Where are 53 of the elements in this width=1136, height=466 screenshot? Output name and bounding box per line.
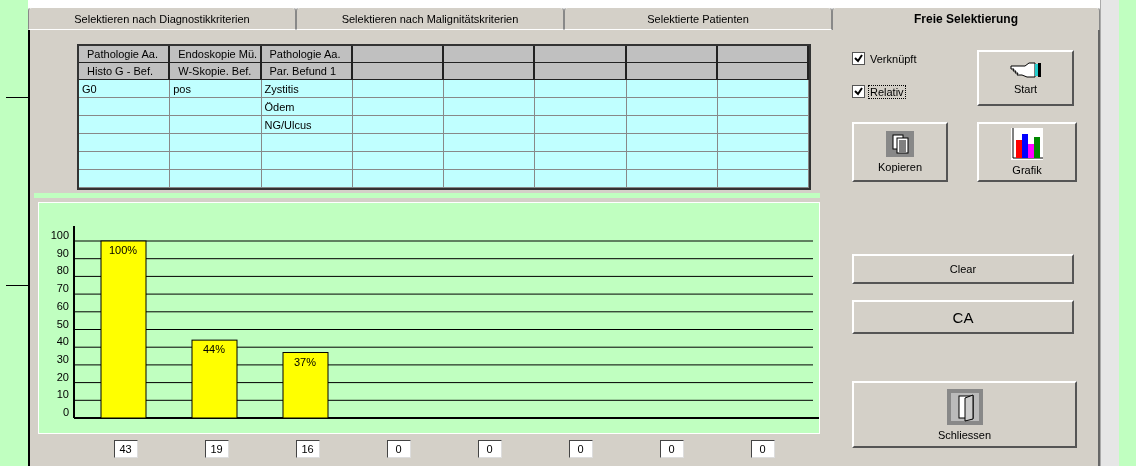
tab[interactable]: Freie Selektierung: [832, 7, 1100, 30]
check-icon: [854, 87, 863, 96]
count-field: 0: [568, 440, 593, 458]
checkbox-label[interactable]: Relativ: [869, 85, 905, 98]
count-field: 16: [295, 440, 320, 458]
table-cell: G0: [79, 80, 171, 98]
checkbox[interactable]: [852, 85, 865, 98]
column-header: Pathologie Aa.: [79, 46, 171, 63]
axis-label: 50: [56, 317, 69, 330]
clear-button[interactable]: Clear: [852, 254, 1074, 284]
axis-label: 0: [62, 406, 69, 418]
axis-label: 60: [56, 299, 69, 312]
table-cell: Zystitis: [261, 80, 353, 98]
checkbox[interactable]: [852, 52, 865, 65]
close-button[interactable]: Schliessen: [852, 381, 1077, 448]
chart-button[interactable]: Grafik: [977, 122, 1077, 182]
tab[interactable]: Selektieren nach Malignitätskriterien: [296, 7, 564, 30]
axis-label: 80: [56, 264, 69, 277]
bar-chart-icon: [1011, 128, 1043, 160]
count-field: 0: [659, 440, 684, 458]
value-label: 44%: [203, 343, 225, 356]
start-button[interactable]: Start: [977, 50, 1074, 106]
checkbox-label[interactable]: Verknüpft: [869, 52, 918, 65]
axis-label: 40: [56, 335, 69, 348]
count-field: 0: [477, 440, 502, 458]
count-field: 43: [113, 440, 138, 458]
value-label: 37%: [294, 355, 316, 368]
ca-button[interactable]: CA: [852, 300, 1074, 334]
axis-label: 30: [56, 352, 69, 365]
axis-label: 90: [56, 246, 69, 259]
table-cell: Ödem: [261, 98, 353, 116]
count-field: 19: [204, 440, 229, 458]
column-header: Endoskopie Mü.: [170, 46, 262, 63]
axis-label: 100: [50, 229, 69, 241]
pointing-hand-icon: [1008, 61, 1043, 79]
tab[interactable]: Selektierte Patienten: [564, 7, 832, 30]
door-icon: [946, 388, 983, 425]
axis-label: 20: [56, 370, 69, 383]
column-header: Pathologie Aa.: [261, 46, 353, 63]
table-cell: NG/Ulcus: [261, 116, 353, 134]
table-cell: pos: [170, 80, 262, 98]
check-icon: [854, 54, 863, 63]
tab[interactable]: Selektieren nach Diagnostikkriterien: [28, 7, 296, 30]
column-header: W-Skopie. Bef.: [170, 63, 262, 80]
axis-label: 70: [56, 282, 69, 295]
column-header: Par. Befund 1: [261, 63, 353, 80]
documents-icon: [886, 131, 914, 157]
value-label: 100%: [108, 244, 138, 256]
count-field: 0: [386, 440, 411, 458]
count-field: 0: [750, 440, 775, 458]
copy-button[interactable]: Kopieren: [852, 122, 948, 182]
axis-label: 10: [56, 388, 69, 401]
column-header: Histo G - Bef.: [79, 63, 171, 80]
